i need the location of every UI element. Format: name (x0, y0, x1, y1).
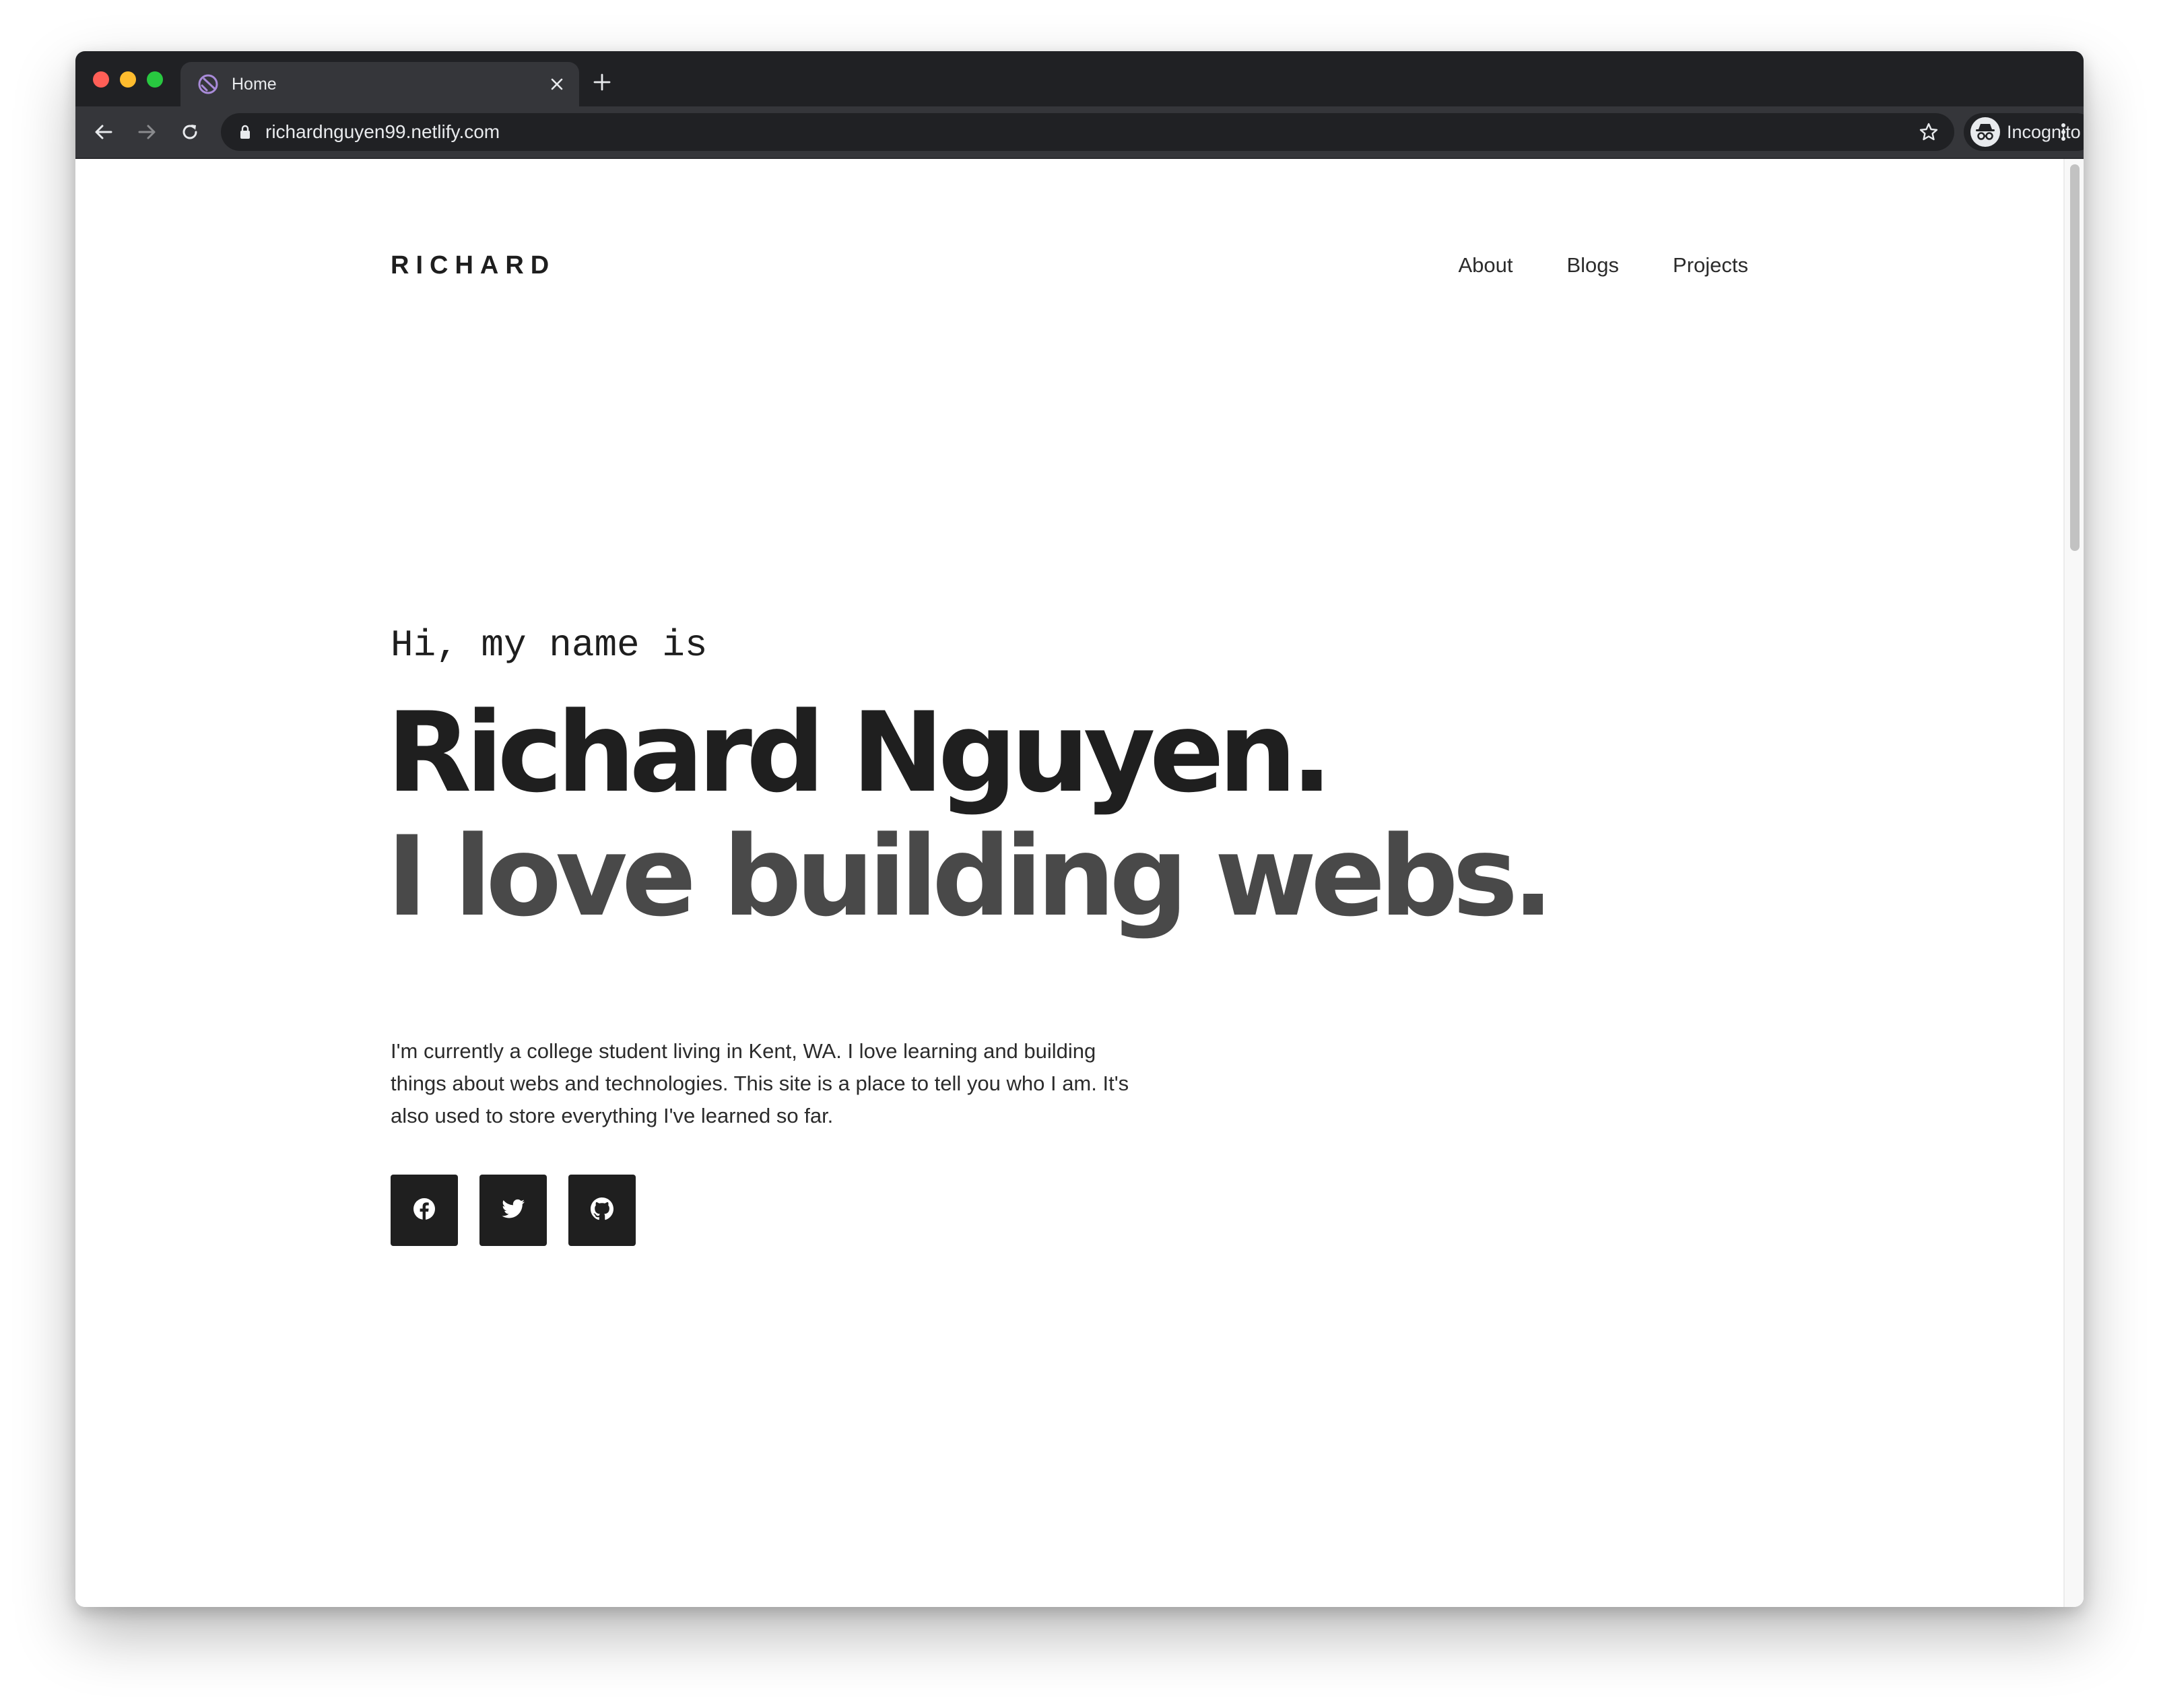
url-text[interactable]: richardnguyen99.netlify.com (265, 121, 500, 143)
address-bar[interactable]: richardnguyen99.netlify.com (221, 113, 1954, 151)
minimize-window-button[interactable] (120, 71, 136, 88)
site-nav: About Blogs Projects (1458, 251, 1748, 280)
tab-title: Home (232, 75, 277, 94)
scrollbar-thumb[interactable] (2070, 164, 2080, 551)
scrollbar[interactable] (2063, 159, 2084, 1607)
star-icon[interactable] (1918, 121, 1939, 143)
facebook-icon (413, 1197, 436, 1224)
tab-strip: Home (75, 51, 2084, 106)
tab-home[interactable]: Home (180, 62, 579, 106)
maximize-window-button[interactable] (147, 71, 163, 88)
hero-tagline: I love building webs. (387, 812, 1554, 941)
gatsby-icon (198, 74, 218, 94)
github-button[interactable] (568, 1175, 636, 1246)
social-links (391, 1175, 636, 1246)
lock-icon[interactable] (236, 123, 255, 141)
plus-icon[interactable] (589, 69, 616, 96)
page-viewport: RICHARD About Blogs Projects Hi, my name… (75, 159, 2084, 1607)
hero-greeting: Hi, my name is (391, 624, 708, 667)
incognito-icon (1970, 117, 2000, 147)
browser-window: Home richardnguyen99.netlify.com Incogni… (75, 51, 2084, 1607)
github-icon (591, 1197, 613, 1224)
nav-link-blogs[interactable]: Blogs (1566, 251, 1619, 280)
site-logo[interactable]: RICHARD (391, 251, 556, 280)
close-window-button[interactable] (93, 71, 109, 88)
arrow-left-icon[interactable] (89, 117, 119, 147)
twitter-icon (502, 1199, 525, 1222)
nav-link-projects[interactable]: Projects (1673, 251, 1748, 280)
nav-link-about[interactable]: About (1458, 251, 1513, 280)
twitter-button[interactable] (479, 1175, 547, 1246)
facebook-button[interactable] (391, 1175, 458, 1246)
browser-toolbar: richardnguyen99.netlify.com Incognito (75, 106, 2084, 159)
hero-name: Richard Nguyen. (387, 688, 1333, 817)
bio-text: I'm currently a college student living i… (391, 1039, 1129, 1127)
arrow-right-icon[interactable] (132, 117, 162, 147)
close-icon[interactable] (545, 73, 568, 96)
kebab-menu-icon[interactable] (2049, 117, 2078, 147)
reload-icon[interactable] (175, 117, 205, 147)
